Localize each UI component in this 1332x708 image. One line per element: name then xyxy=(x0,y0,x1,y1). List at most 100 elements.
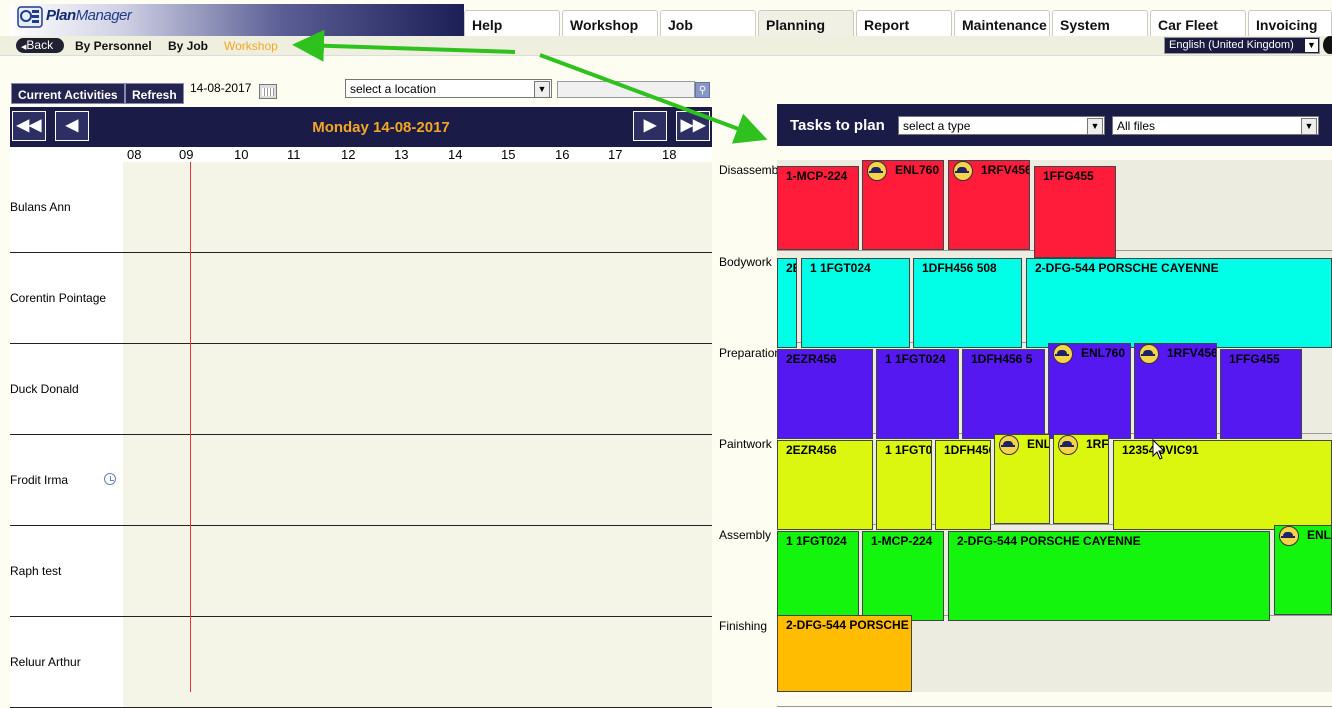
personnel-row-grid[interactable] xyxy=(123,344,712,435)
previous-day-button[interactable]: ◀ xyxy=(55,111,89,141)
task-label: 1FFG455 xyxy=(1229,352,1280,366)
app-logo-text: PlanManager xyxy=(46,7,132,24)
task-block[interactable]: 1 1FGT024 xyxy=(876,349,959,439)
task-block[interactable]: 1-MCP-224 xyxy=(777,166,859,250)
hour-label: 08 xyxy=(127,147,142,162)
task-block[interactable]: ENL xyxy=(994,434,1050,524)
task-block[interactable]: 1DFH456 xyxy=(935,440,991,530)
location-select[interactable]: select a location ▼ xyxy=(345,79,552,98)
hour-label: 15 xyxy=(501,147,516,162)
task-block[interactable]: 1FFG455 xyxy=(1034,166,1116,258)
personnel-row-label: Duck Donald xyxy=(10,344,123,435)
task-block[interactable]: 1FFG455 xyxy=(1220,349,1302,439)
files-select[interactable]: All files ▼ xyxy=(1112,116,1319,135)
personnel-row-grid[interactable] xyxy=(123,617,712,708)
selected-date: 14-08-2017 xyxy=(190,81,252,95)
workshop-link[interactable]: Workshop xyxy=(224,39,278,53)
hour-label: 18 xyxy=(662,147,677,162)
personnel-name: Frodit Irma xyxy=(10,473,69,487)
task-block[interactable]: 2E xyxy=(777,258,797,348)
task-block[interactable]: 12354 9VIC91 xyxy=(1113,440,1332,530)
task-block[interactable]: 2-DFG-544 PORSCHE CAYENNE xyxy=(1026,258,1332,348)
personnel-row-grid[interactable] xyxy=(123,526,712,617)
tab-help[interactable]: Help xyxy=(464,10,560,37)
type-select[interactable]: select a type ▼ xyxy=(898,116,1105,135)
task-label: 1-MCP-224 xyxy=(786,169,848,183)
task-label: 2-DFG-544 PORSCHE CAYENNE xyxy=(957,534,1141,548)
task-block[interactable]: ENL760 xyxy=(862,160,944,250)
back-button[interactable]: ◀Back xyxy=(16,38,64,53)
tab-system[interactable]: System xyxy=(1052,10,1148,37)
clock-icon[interactable] xyxy=(104,473,116,485)
task-block[interactable]: ENL760 xyxy=(1048,343,1131,439)
task-block[interactable]: 1RFV456 xyxy=(948,160,1030,250)
hour-label: 14 xyxy=(448,147,463,162)
tab-maintenance[interactable]: Maintenance xyxy=(954,10,1050,37)
task-label: 1 1FGT024 xyxy=(810,261,871,275)
refresh-button[interactable]: Refresh xyxy=(125,83,184,104)
task-label: 1 1FGT02 xyxy=(885,443,932,457)
task-block[interactable]: 2EZR456 xyxy=(777,440,873,530)
tab-report[interactable]: Report xyxy=(856,10,952,37)
lane-divider xyxy=(777,706,1332,707)
tab-planning[interactable]: Planning xyxy=(758,10,854,37)
lane-label: Finishing xyxy=(719,619,768,633)
task-block[interactable]: 1 1FGT024 xyxy=(777,531,859,621)
task-label: 1 1FGT024 xyxy=(885,352,946,366)
task-block[interactable]: 1RFV456 xyxy=(1134,343,1217,439)
by-job-link[interactable]: By Job xyxy=(168,39,208,53)
task-label: 1FFG455 xyxy=(1043,169,1094,183)
task-block[interactable]: 2-DFG-544 PORSCHE CAYENNE xyxy=(948,531,1270,621)
task-block[interactable]: 1-MCP-224 xyxy=(862,531,944,621)
task-label: 2EZR456 xyxy=(786,443,837,457)
tab-job[interactable]: Job xyxy=(660,10,756,37)
personnel-row-label: Bulans Ann xyxy=(10,162,123,253)
lane-label: Disassembly xyxy=(719,163,777,177)
personnel-row-grid[interactable] xyxy=(123,253,712,344)
personnel-row-grid[interactable] xyxy=(123,162,712,253)
car-icon xyxy=(1279,526,1299,546)
tab-car-fleet[interactable]: Car Fleet xyxy=(1150,10,1246,37)
search-icon[interactable]: ⚲ xyxy=(695,82,710,98)
task-block[interactable]: 1RF xyxy=(1053,434,1109,524)
task-block[interactable]: 2EZR456 xyxy=(777,349,873,439)
task-block[interactable]: 1DFH456 508 xyxy=(913,258,1022,348)
hour-label: 16 xyxy=(555,147,570,162)
task-block[interactable]: 2-DFG-544 PORSCHE xyxy=(777,615,912,692)
hour-label: 17 xyxy=(608,147,623,162)
lane-label: Preparation xyxy=(719,346,777,360)
task-block[interactable]: 1DFH456 5 xyxy=(962,349,1045,439)
task-block[interactable]: 1 1FGT024 xyxy=(801,258,910,348)
tab-invoicing[interactable]: Invoicing xyxy=(1248,10,1332,37)
next-day-button[interactable]: ▶ xyxy=(633,111,667,141)
lane-label: Bodywork xyxy=(719,255,772,269)
hour-label: 12 xyxy=(341,147,356,162)
task-block[interactable]: 1 1FGT02 xyxy=(876,440,932,530)
task-label: ENL xyxy=(1027,437,1050,451)
task-label: 1 1FGT024 xyxy=(786,534,847,548)
search-input[interactable] xyxy=(557,81,695,98)
tasks-title: Tasks to plan xyxy=(790,117,885,134)
personnel-row-grid[interactable] xyxy=(123,435,712,526)
chevron-down-icon: ▼ xyxy=(1301,118,1317,135)
calendar-icon[interactable] xyxy=(259,84,277,99)
task-label: 2-DFG-544 PORSCHE CAYENNE xyxy=(1035,261,1219,275)
language-select[interactable]: English (United Kingdom) ▼ xyxy=(1164,37,1320,54)
task-label: 1DFH456 5 xyxy=(971,352,1033,366)
planmanager-logo-icon xyxy=(17,6,43,28)
personnel-name: Bulans Ann xyxy=(10,200,71,214)
personnel-row-label: Raph test xyxy=(10,526,123,617)
task-label: 2EZR456 xyxy=(786,352,837,366)
tab-workshop[interactable]: Workshop xyxy=(562,10,658,37)
chevron-down-icon: ▼ xyxy=(1087,118,1103,135)
car-icon xyxy=(1139,344,1159,364)
personnel-row-label: Reluur Arthur xyxy=(10,617,123,708)
current-activities-button[interactable]: Current Activities xyxy=(11,83,125,104)
next-week-button[interactable]: ▶▶ xyxy=(676,111,710,141)
by-personnel-link[interactable]: By Personnel xyxy=(75,39,152,53)
power-icon[interactable] xyxy=(1323,36,1332,54)
previous-week-button[interactable]: ◀◀ xyxy=(12,111,46,141)
task-block[interactable]: ENL7 xyxy=(1274,525,1332,615)
hour-axis xyxy=(10,147,712,162)
chevron-down-icon: ▼ xyxy=(534,81,550,98)
